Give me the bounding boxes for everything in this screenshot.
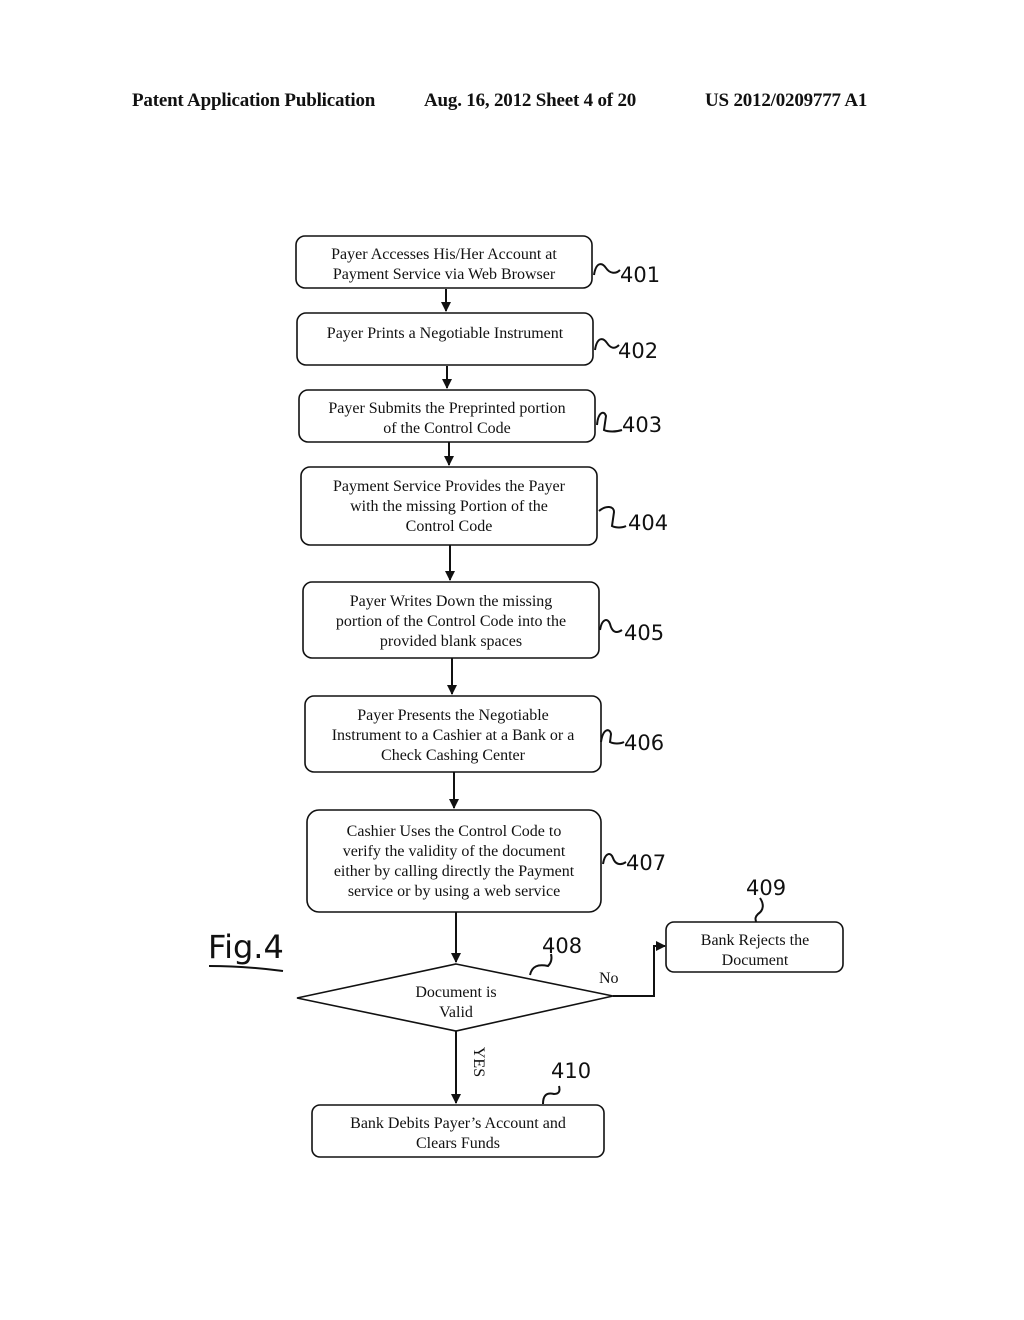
figure-label: Fig.4: [208, 928, 284, 972]
step-text: of the Control Code: [383, 420, 511, 437]
leader-410: [542, 1085, 561, 1105]
step-401: Payer Accesses His/Her Account at Paymen…: [295, 235, 660, 289]
ref-number: 402: [618, 339, 658, 363]
leader-401: [593, 263, 621, 276]
step-402: Payer Prints a Negotiable Instrument 402: [296, 312, 658, 366]
step-text: Payment Service via Web Browser: [333, 266, 556, 283]
step-407: Cashier Uses the Control Code to verify …: [306, 809, 666, 913]
leader-403: [596, 411, 623, 433]
leader-404: [598, 506, 627, 529]
step-text: verify the validity of the document: [343, 843, 566, 860]
ref-number: 405: [624, 621, 664, 645]
ref-number: 401: [620, 263, 660, 287]
decision-text: Valid: [439, 1004, 473, 1021]
step-text: Payer Presents the Negotiable: [357, 707, 549, 724]
step-text: Clears Funds: [416, 1135, 500, 1152]
step-text: Control Code: [406, 518, 493, 535]
ref-number: 403: [622, 413, 662, 437]
step-406: Payer Presents the Negotiable Instrument…: [304, 695, 664, 773]
step-409-reject: Bank Rejects the Document 409: [665, 876, 844, 973]
arrow-no: [613, 941, 666, 997]
step-text: service or by using a web service: [348, 883, 560, 900]
leader-409: [754, 897, 764, 923]
step-405: Payer Writes Down the missing portion of…: [302, 581, 664, 659]
step-text: Payment Service Provides the Payer: [333, 478, 566, 495]
leader-402: [594, 338, 620, 351]
flowchart: Payer Accesses His/Her Account at Paymen…: [208, 235, 844, 1158]
step-404: Payment Service Provides the Payer with …: [300, 466, 668, 546]
figure-label-text: Fig.4: [208, 928, 284, 966]
ref-number: 406: [624, 731, 664, 755]
leader-407: [602, 853, 627, 866]
step-text: Instrument to a Cashier at a Bank or a: [332, 727, 575, 744]
step-text: Payer Submits the Preprinted portion: [328, 400, 565, 417]
decision-408: Document is Valid 408 No YES: [296, 934, 619, 1077]
step-text: Bank Rejects the: [701, 932, 809, 949]
leader-406: [600, 729, 625, 745]
ref-number: 408: [542, 934, 582, 958]
step-text: Bank Debits Payer’s Account and: [350, 1115, 566, 1132]
figure-underline: [208, 965, 284, 972]
yes-label: YES: [470, 1047, 487, 1077]
step-410-accept: Bank Debits Payer’s Account and Clears F…: [311, 1059, 605, 1158]
step-403: Payer Submits the Preprinted portion of …: [298, 389, 662, 443]
step-text: Payer Writes Down the missing: [350, 593, 553, 610]
no-label: No: [599, 970, 619, 987]
step-text: portion of the Control Code into the: [336, 613, 566, 630]
ref-number: 409: [746, 876, 786, 900]
step-text: provided blank spaces: [380, 633, 522, 650]
step-text: Check Cashing Center: [381, 747, 526, 764]
step-text: Cashier Uses the Control Code to: [347, 823, 562, 840]
ref-number: 407: [626, 851, 666, 875]
step-text: Document: [722, 952, 789, 969]
leader-405: [599, 619, 623, 633]
ref-number: 410: [551, 1059, 591, 1083]
ref-number: 404: [628, 511, 668, 535]
step-text: either by calling directly the Payment: [334, 863, 575, 880]
step-text: Payer Accesses His/Her Account at: [331, 246, 557, 263]
step-text: Payer Prints a Negotiable Instrument: [327, 325, 564, 342]
decision-text: Document is: [415, 984, 496, 1001]
step-text: with the missing Portion of the: [350, 498, 548, 515]
